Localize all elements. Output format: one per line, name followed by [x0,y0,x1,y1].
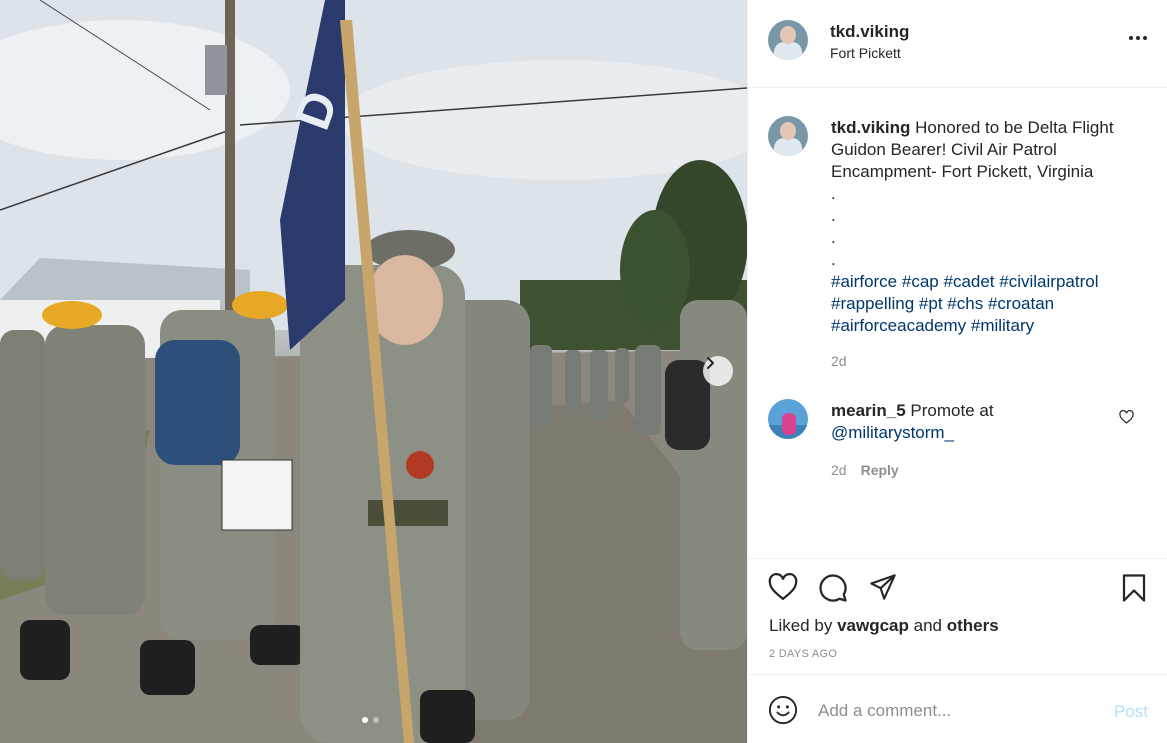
hashtag-link[interactable]: #airforceacademy [831,316,966,335]
likes-summary: Liked by vawgcap and others [769,616,999,636]
chevron-right-icon [707,357,714,369]
likes-conjunction: and [913,616,942,635]
hashtag-link[interactable]: #croatan [988,294,1054,313]
comment-username[interactable]: mearin_5 [831,401,906,420]
likes-prefix: Liked by [769,616,833,635]
caption-dot-lines: . . . . [831,183,1131,271]
carousel-dot-1 [362,717,368,723]
avatar[interactable] [768,20,808,60]
share-icon[interactable] [868,573,898,601]
comment-like-heart-icon[interactable] [1119,410,1134,424]
post-actions: Liked by vawgcap and others 2 DAYS AGO [748,558,1167,674]
caption-dot: . [831,206,836,225]
comment-mention-link[interactable]: @militarystorm_ [831,423,954,442]
hashtag-link[interactable]: #military [971,316,1034,335]
caption-hashtags: #airforce #cap #cadet #civilairpatrol #r… [831,271,1131,337]
liked-by-others-link[interactable]: others [947,616,999,635]
caption-dot: . [831,184,836,203]
hashtag-link[interactable]: #civilairpatrol [999,272,1098,291]
hashtag-link[interactable]: #rappelling [831,294,914,313]
carousel-next-button[interactable] [703,356,733,386]
heart-icon[interactable] [768,573,798,601]
caption-avatar[interactable] [768,116,808,156]
carousel-dot-2 [373,717,379,723]
add-comment-form: Post [748,674,1167,743]
caption-username[interactable]: tkd.viking [831,118,910,137]
comment-timestamp[interactable]: 2d [831,462,847,478]
hashtag-link[interactable]: #cap [902,272,939,291]
reply-button[interactable]: Reply [861,462,899,478]
hashtag-link[interactable]: #pt [919,294,943,313]
carousel-indicator [362,717,379,723]
post-location[interactable]: Fort Pickett [830,45,901,61]
comment-input[interactable] [818,697,1098,725]
commenter-avatar[interactable] [768,399,808,439]
comment-text: Promote at [910,401,994,420]
hashtag-link[interactable]: #chs [947,294,983,313]
post-author-username[interactable]: tkd.viking [830,22,909,42]
save-icon[interactable] [1120,573,1148,603]
post-photo[interactable]: D [0,0,747,743]
more-options-icon[interactable] [1129,32,1147,44]
post-details-panel: tkd.viking Fort Pickett tkd.viking Honor… [747,0,1167,743]
post-timestamp[interactable]: 2 DAYS AGO [769,648,837,660]
post-caption: tkd.viking Honored to be Delta Flight Gu… [831,117,1131,337]
post-comment-button[interactable]: Post [1114,702,1148,722]
hashtag-link[interactable]: #cadet [943,272,994,291]
caption-timestamp[interactable]: 2d [831,353,847,369]
caption-dot: . [831,250,836,269]
post-header: tkd.viking Fort Pickett [748,0,1167,88]
comment-item: mearin_5 Promote at @militarystorm_ [831,400,1121,444]
hashtag-link[interactable]: #airforce [831,272,897,291]
comments-section: tkd.viking Honored to be Delta Flight Gu… [748,88,1167,558]
comment-icon[interactable] [818,573,848,603]
photo-scene: D [0,0,747,743]
caption-dot: . [831,228,836,247]
comment-meta: 2d Reply [831,462,899,478]
emoji-icon[interactable] [768,695,798,725]
liked-by-user-link[interactable]: vawgcap [837,616,909,635]
